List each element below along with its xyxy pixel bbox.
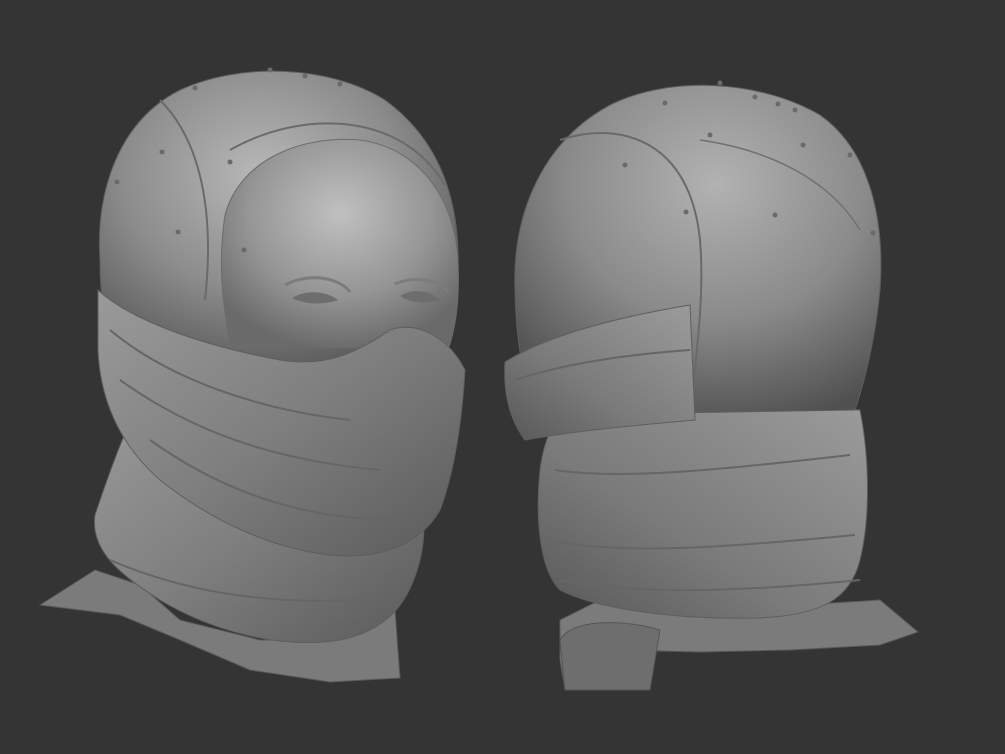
shirt-fragment xyxy=(559,622,661,691)
neck-wrap xyxy=(537,399,868,619)
viewport-canvas xyxy=(0,0,1005,754)
balaclava-back-model xyxy=(504,80,919,691)
render-svg xyxy=(38,67,919,691)
balaclava-front-model xyxy=(38,67,466,683)
